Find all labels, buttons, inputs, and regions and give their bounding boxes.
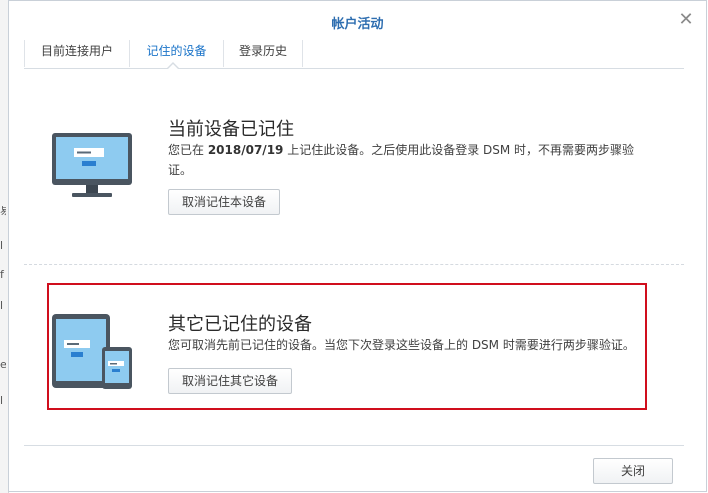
dialog-title: 帐户活动 bbox=[331, 17, 384, 32]
tab-connected-users[interactable]: 目前连接用户 bbox=[25, 40, 129, 67]
current-device-description: 您已在 2018/07/19 上记住此设备。之后使用此设备登录 DSM 时，不再… bbox=[168, 143, 635, 177]
forget-this-device-button[interactable]: 取消记住本设备 bbox=[168, 189, 281, 215]
highlight-box bbox=[47, 283, 647, 410]
close-icon[interactable]: ✕ bbox=[676, 10, 696, 30]
current-device-heading: 当前设备已记住 bbox=[168, 119, 294, 140]
tab-bar: 目前连接用户 记住的设备 登录历史 bbox=[24, 40, 684, 69]
current-device-section: 当前设备已记住 您已在 2018/07/19 上记住此设备。之后使用此设备登录 … bbox=[24, 101, 684, 251]
background-text-fragment: l bbox=[0, 396, 4, 406]
section-divider bbox=[24, 264, 684, 265]
tab-divider bbox=[302, 40, 303, 67]
background-text-fragment: l bbox=[0, 301, 4, 311]
tab-login-history[interactable]: 登录历史 bbox=[224, 40, 302, 67]
close-button[interactable]: 关闭 bbox=[593, 458, 673, 484]
monitor-icon bbox=[52, 133, 132, 197]
footer-divider bbox=[24, 445, 684, 446]
background-text-fragment: 易 bbox=[0, 206, 6, 216]
background-text-fragment: f bbox=[0, 270, 4, 280]
background-text-fragment: l bbox=[0, 241, 4, 251]
dialog-titlebar: 帐户活动 ✕ bbox=[9, 1, 706, 41]
account-activity-dialog: 帐户活动 ✕ 目前连接用户 记住的设备 登录历史 当前设备已记住 您已在 201… bbox=[8, 0, 707, 492]
active-tab-indicator-fill bbox=[168, 64, 178, 69]
remembered-date: 2018/07/19 bbox=[207, 143, 284, 157]
background-text-fragment: e bbox=[0, 360, 6, 370]
